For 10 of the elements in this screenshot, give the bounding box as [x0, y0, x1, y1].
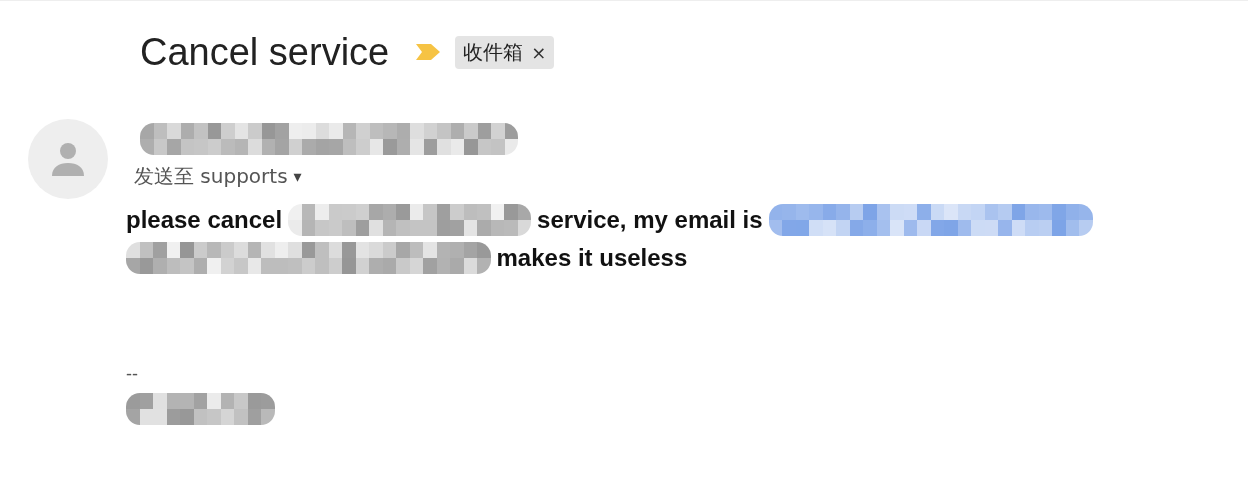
label-arrow-icon [415, 43, 442, 61]
label-chip[interactable]: 收件箱 × [455, 35, 555, 69]
signature-dashes: -- [126, 364, 139, 385]
body-text: please cancel [126, 206, 283, 234]
email-subject: Cancel service [140, 30, 390, 74]
body-text: makes it useless [496, 244, 688, 272]
body-text: service, my email is [537, 206, 763, 234]
caret-icon[interactable]: ▾ [293, 167, 302, 186]
recipient-text: 发送至 supports [134, 163, 288, 190]
person-icon [51, 141, 85, 177]
